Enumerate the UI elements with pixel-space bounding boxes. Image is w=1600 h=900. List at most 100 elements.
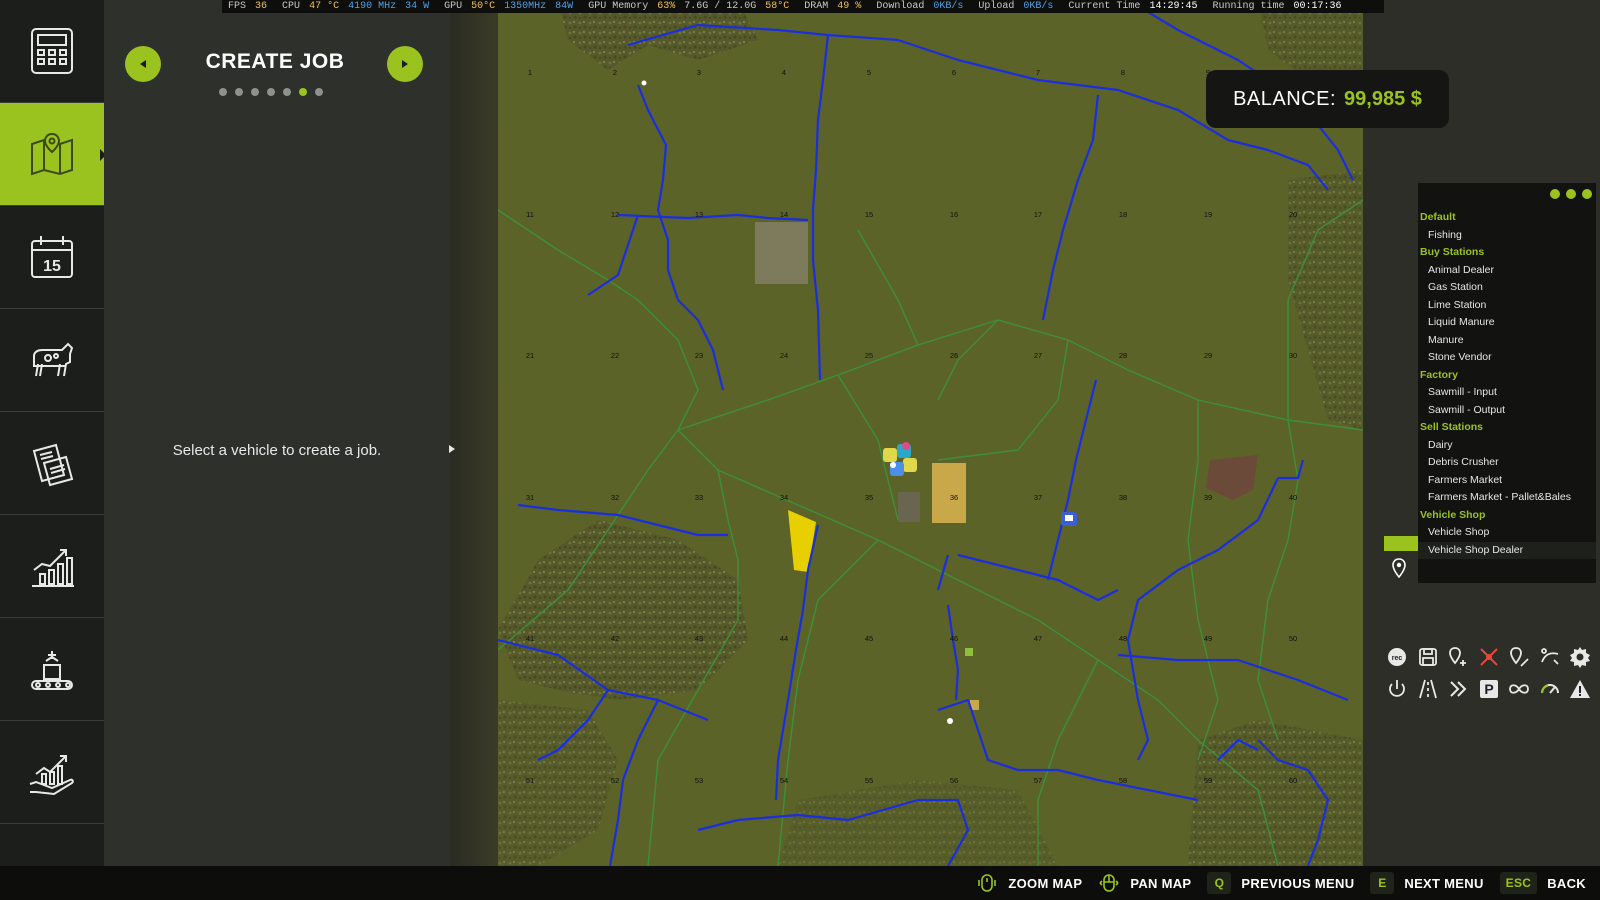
field-number: 45 [865, 634, 873, 643]
warning-icon [1570, 680, 1590, 698]
pan-map-hint[interactable]: PAN MAP [1098, 872, 1191, 894]
page-dot[interactable] [283, 88, 291, 96]
page-dot[interactable] [219, 88, 227, 96]
tool-road[interactable] [1417, 678, 1439, 700]
tool-save[interactable] [1417, 646, 1439, 668]
field-number: 18 [1119, 210, 1127, 219]
next-page-button[interactable] [387, 46, 423, 82]
gpu-temp: 50°C [471, 1, 496, 12]
hotspot-item[interactable]: Lime Station [1418, 297, 1596, 315]
tool-power[interactable] [1386, 678, 1408, 700]
hotspot-item[interactable]: Manure [1418, 332, 1596, 350]
tool-speed[interactable] [1539, 678, 1561, 700]
field-number: 56 [950, 776, 958, 785]
previous-page-button[interactable] [125, 46, 161, 82]
tool-add-marker[interactable] [1447, 646, 1469, 668]
field-number: 50 [1289, 634, 1297, 643]
hotspot-item[interactable]: Farmers Market [1418, 472, 1596, 490]
field-number: 49 [1204, 634, 1212, 643]
tool-fast-forward[interactable] [1447, 678, 1469, 700]
zoom-map-hint[interactable]: ZOOM MAP [976, 872, 1082, 894]
previous-menu-label: PREVIOUS MENU [1241, 875, 1355, 891]
zoom-map-label: ZOOM MAP [1008, 875, 1083, 891]
tool-settings[interactable] [1569, 646, 1591, 668]
next-menu-hint[interactable]: E NEXT MENU [1370, 872, 1483, 894]
field-number: 37 [1034, 493, 1042, 502]
sidebar-item-prices[interactable] [0, 0, 104, 103]
menu-icon[interactable] [1582, 189, 1592, 199]
hotspot-item[interactable]: Debris Crusher [1418, 454, 1596, 472]
hotspot-item[interactable]: Fishing [1418, 227, 1596, 245]
hotspot-item[interactable]: Gas Station [1418, 279, 1596, 297]
power-icon [1389, 680, 1405, 697]
vehicle-marker[interactable] [1061, 512, 1077, 526]
tool-loop[interactable] [1508, 678, 1530, 700]
tool-route[interactable] [1539, 646, 1561, 668]
sidebar-item-finances[interactable] [0, 721, 104, 824]
field-number: 5 [867, 68, 871, 77]
mouse-drag-icon [1099, 874, 1119, 892]
gpu-memory-temp: 58°C [765, 1, 790, 12]
sidebar-item-more[interactable] [0, 824, 104, 866]
ingame-map[interactable]: 1234567891011121314151617181920212223242… [498, 0, 1363, 866]
hotspot-list: Default Fishing Buy Stations Animal Dealer G… [1418, 209, 1596, 559]
hotspot-category: Sell Stations [1420, 421, 1484, 433]
field-number: 12 [611, 210, 619, 219]
hotspot-item[interactable]: Stone Vendor [1418, 349, 1596, 367]
download-rate: 0KB/s [933, 1, 964, 12]
statistics-icon [32, 549, 74, 587]
page-dot[interactable] [235, 88, 243, 96]
back-hint[interactable]: ESC BACK [1499, 872, 1586, 894]
sidebar-item-calendar[interactable]: 15 [0, 206, 104, 309]
field-number: 41 [526, 634, 534, 643]
edit-marker-icon [1510, 647, 1529, 667]
tool-remove-marker[interactable] [1478, 646, 1500, 668]
sidebar-item-animals[interactable] [0, 309, 104, 412]
gpu-memory-percent: 63% [657, 1, 676, 12]
calculator-icon [31, 28, 73, 74]
page-dot[interactable] [267, 88, 275, 96]
tool-warning[interactable] [1569, 678, 1591, 700]
hotspot-item[interactable]: Sawmill - Output [1418, 402, 1596, 420]
balance-value: 99,985 $ [1344, 87, 1422, 110]
hotspot-item[interactable]: Farmers Market - Pallet&Bales [1418, 489, 1596, 507]
speed-icon [1540, 684, 1559, 694]
production-icon [31, 651, 73, 690]
dram-label: DRAM [804, 1, 829, 12]
expand-arrow-icon[interactable] [449, 445, 455, 453]
hotspot-item[interactable]: Animal Dealer [1418, 262, 1596, 280]
field-gray [755, 222, 808, 284]
field-number: 38 [1119, 493, 1127, 502]
page-dot[interactable] [299, 88, 307, 96]
hotspot-item[interactable]: Liquid Manure [1418, 314, 1596, 332]
page-dot[interactable] [315, 88, 323, 96]
page-dot[interactable] [251, 88, 259, 96]
sidebar-item-production[interactable] [0, 618, 104, 721]
next-menu-key: E [1370, 872, 1395, 894]
hotspot-item[interactable]: Vehicle Shop Dealer [1418, 541, 1596, 559]
empty-state-message: Select a vehicle to create a job. [172, 442, 382, 459]
add-icon[interactable] [1550, 189, 1560, 199]
hotspot-item[interactable]: Sawmill - Input [1418, 384, 1596, 402]
balance-display: BALANCE: 99,985 $ [1206, 70, 1449, 128]
documents-icon [32, 443, 74, 487]
cpu-temp: 47 °C [309, 1, 340, 12]
hotspot-item[interactable]: Vehicle Shop [1418, 524, 1596, 542]
cpu-label: CPU [282, 1, 301, 12]
zoom-icon[interactable] [1566, 189, 1576, 199]
tool-edit-marker[interactable] [1508, 646, 1530, 668]
fps-label: FPS [228, 1, 247, 12]
small-marker[interactable] [641, 80, 647, 86]
tool-record[interactable]: rec [1386, 646, 1408, 668]
pan-map-label: PAN MAP [1130, 875, 1192, 891]
field-number: 1 [528, 68, 532, 77]
sidebar-item-map[interactable] [0, 103, 104, 206]
previous-menu-hint[interactable]: Q PREVIOUS MENU [1207, 872, 1354, 894]
hotspot-item[interactable]: Dairy [1418, 437, 1596, 455]
sidebar-item-contracts[interactable] [0, 412, 104, 515]
field-number: 34 [780, 493, 788, 502]
sidebar-item-statistics[interactable] [0, 515, 104, 618]
tool-parking[interactable]: P [1478, 678, 1500, 700]
location-pin-icon[interactable] [1392, 558, 1406, 578]
player-marker[interactable] [947, 718, 953, 724]
